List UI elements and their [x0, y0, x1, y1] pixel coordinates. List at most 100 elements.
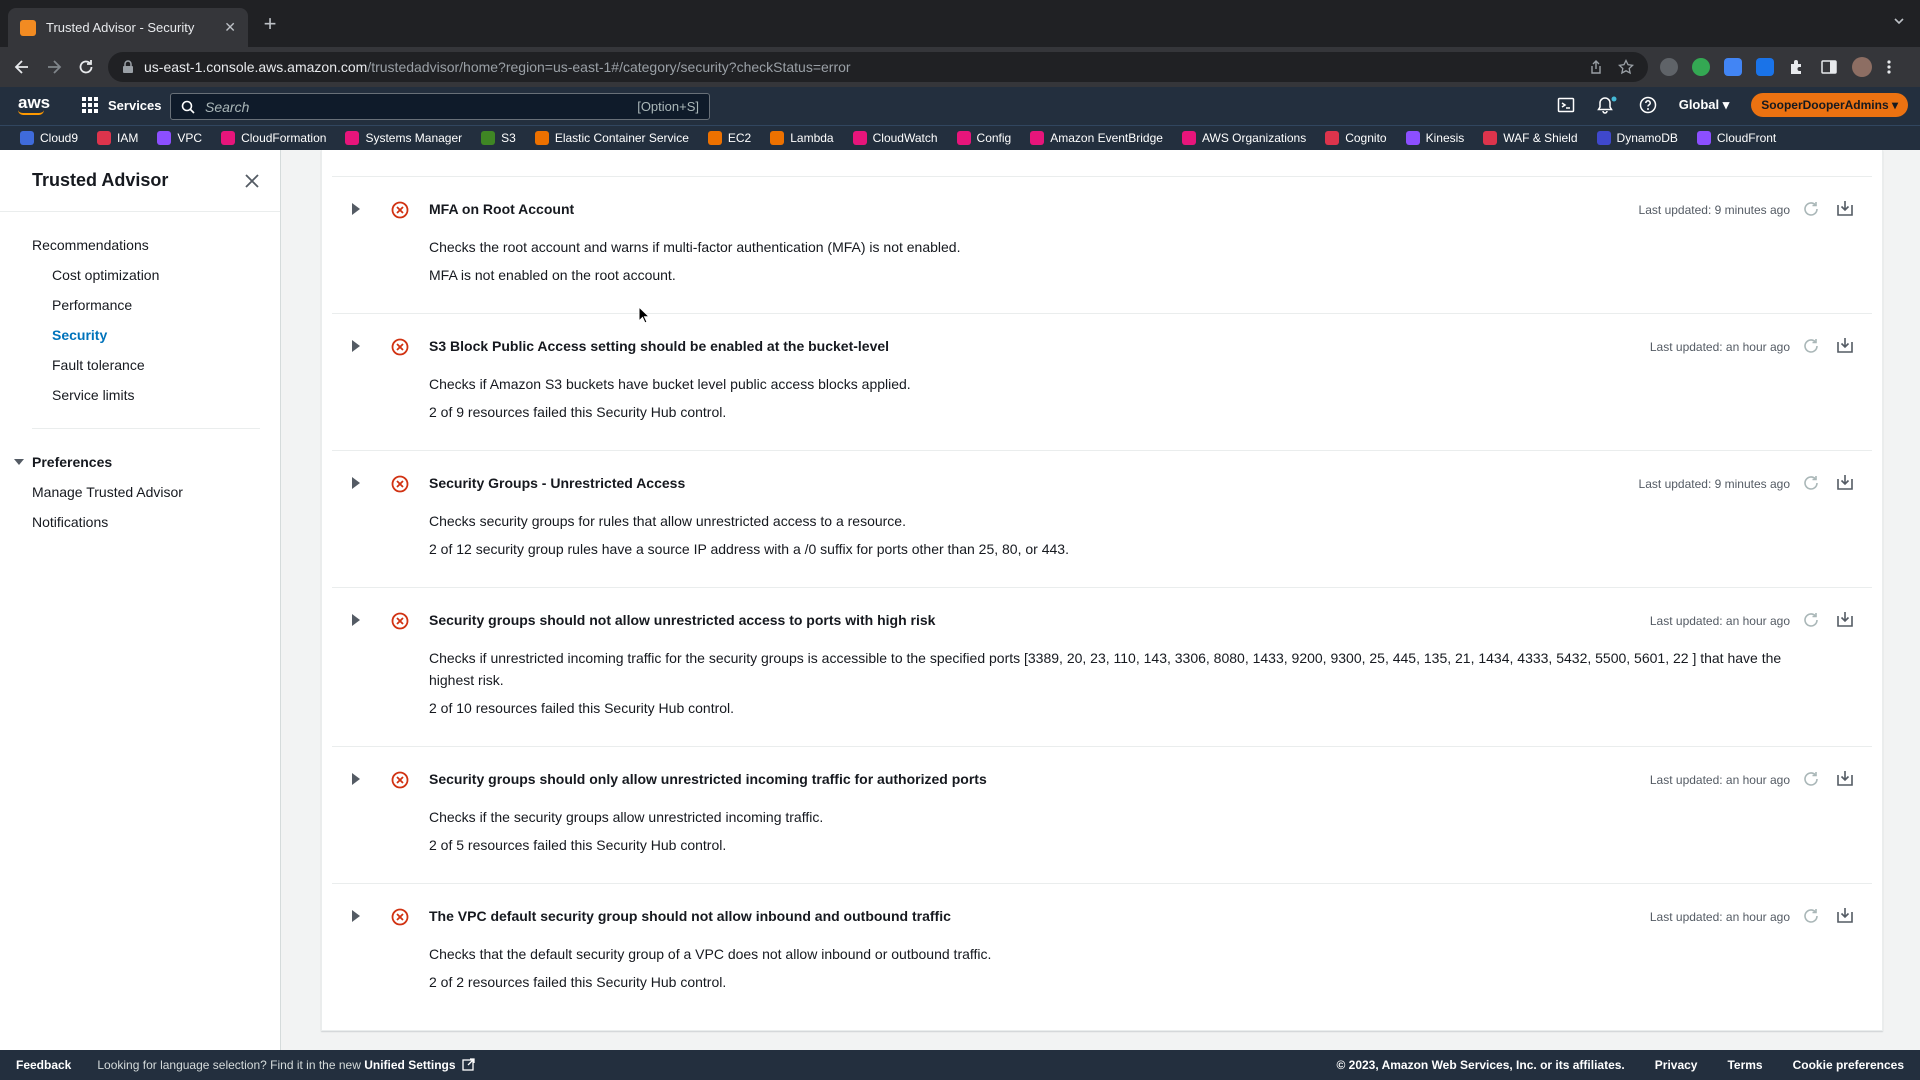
- sidebar-item-service-limits[interactable]: Service limits: [0, 380, 280, 410]
- profile-avatar[interactable]: [1852, 57, 1872, 77]
- refresh-icon[interactable]: [1802, 337, 1820, 355]
- favorite-cloudwatch[interactable]: CloudWatch: [852, 131, 938, 145]
- extension-icon[interactable]: [1660, 58, 1678, 76]
- share-icon[interactable]: [1588, 59, 1604, 75]
- checks-panel: MFA on Root Account Checks the root accou…: [321, 150, 1883, 1031]
- back-icon[interactable]: [12, 57, 32, 77]
- favorite-elastic-container-service[interactable]: Elastic Container Service: [534, 131, 689, 145]
- check-title[interactable]: The VPC default security group should no…: [429, 908, 951, 924]
- forward-icon[interactable]: [44, 57, 64, 77]
- expand-caret-icon[interactable]: [351, 773, 361, 785]
- favorite-vpc[interactable]: VPC: [157, 131, 202, 145]
- close-tab-icon[interactable]: ✕: [224, 19, 236, 36]
- service-icon: [1181, 131, 1196, 145]
- favorite-iam[interactable]: IAM: [97, 131, 138, 145]
- favorite-lambda[interactable]: Lambda: [770, 131, 834, 145]
- check-result: 2 of 2 resources failed this Security Hu…: [429, 974, 727, 990]
- service-icon: [534, 131, 549, 145]
- favorite-amazon-eventbridge[interactable]: Amazon EventBridge: [1030, 131, 1163, 145]
- check-result: 2 of 5 resources failed this Security Hu…: [429, 837, 727, 853]
- check-title[interactable]: Security groups should not allow unrestr…: [429, 612, 935, 628]
- favorite-cognito[interactable]: Cognito: [1325, 131, 1387, 145]
- favorite-cloudformation[interactable]: CloudFormation: [221, 131, 326, 145]
- favorite-dynamodb[interactable]: DynamoDB: [1596, 131, 1678, 145]
- terms-link[interactable]: Terms: [1727, 1058, 1762, 1072]
- sidebar-item-fault-tolerance[interactable]: Fault tolerance: [0, 350, 280, 380]
- favorite-waf-shield[interactable]: WAF & Shield: [1483, 131, 1578, 145]
- cloudshell-icon[interactable]: [1557, 96, 1575, 114]
- bookmark-star-icon[interactable]: [1618, 59, 1634, 75]
- check-title[interactable]: MFA on Root Account: [429, 201, 574, 217]
- region-selector[interactable]: Global ▾: [1679, 97, 1730, 113]
- side-panel-icon[interactable]: [1820, 58, 1838, 76]
- favorite-s3[interactable]: S3: [481, 131, 516, 145]
- account-menu[interactable]: SooperDooperAdmins ▾: [1751, 93, 1908, 117]
- service-icon: [97, 131, 112, 145]
- expand-caret-icon[interactable]: [351, 477, 361, 489]
- address-bar[interactable]: us-east-1.console.aws.amazon.com/trusted…: [108, 52, 1648, 82]
- kebab-menu-icon[interactable]: [1886, 58, 1892, 76]
- check-title[interactable]: Security groups should only allow unrest…: [429, 771, 987, 787]
- favorite-ec2[interactable]: EC2: [707, 131, 751, 145]
- close-icon[interactable]: [244, 173, 260, 189]
- external-link-icon: [462, 1058, 475, 1071]
- puzzle-extensions-icon[interactable]: [1788, 58, 1806, 76]
- copyright: © 2023, Amazon Web Services, Inc. or its…: [1336, 1058, 1625, 1072]
- expand-caret-icon[interactable]: [351, 340, 361, 352]
- expand-caret-icon[interactable]: [351, 614, 361, 626]
- sidebar-item-notifications[interactable]: Notifications: [0, 507, 280, 537]
- refresh-icon[interactable]: [1802, 907, 1820, 925]
- favorite-config[interactable]: Config: [956, 131, 1011, 145]
- service-icon: [345, 131, 360, 145]
- unified-settings-link[interactable]: Unified Settings: [364, 1058, 455, 1072]
- refresh-icon[interactable]: [1802, 770, 1820, 788]
- refresh-icon[interactable]: [1802, 474, 1820, 492]
- check-description: Checks if Amazon S3 buckets have bucket …: [429, 376, 911, 392]
- expand-caret-icon[interactable]: [351, 203, 361, 215]
- video-extension-icon[interactable]: [1756, 58, 1774, 76]
- notifications-bell-icon[interactable]: [1596, 96, 1617, 114]
- services-menu-button[interactable]: Services: [82, 97, 162, 113]
- aws-logo[interactable]: aws: [18, 93, 50, 115]
- download-icon[interactable]: [1836, 610, 1854, 628]
- help-icon[interactable]: [1639, 96, 1657, 114]
- service-icon: [1483, 131, 1498, 145]
- new-tab-icon[interactable]: +: [258, 12, 282, 36]
- check-title[interactable]: S3 Block Public Access setting should be…: [429, 338, 889, 354]
- service-icon: [1696, 131, 1711, 145]
- extension-icon[interactable]: [1692, 58, 1710, 76]
- favorite-kinesis[interactable]: Kinesis: [1405, 131, 1464, 145]
- favorites-bar: Cloud9 IAM VPC CloudFormation Systems Manage…: [0, 125, 1920, 150]
- download-icon[interactable]: [1836, 906, 1854, 924]
- check-title[interactable]: Security Groups - Unrestricted Access: [429, 475, 685, 491]
- favorite-aws-organizations[interactable]: AWS Organizations: [1181, 131, 1306, 145]
- browser-tab[interactable]: Trusted Advisor - Security ✕: [8, 8, 248, 47]
- refresh-icon[interactable]: [1802, 611, 1820, 629]
- reload-icon[interactable]: [76, 57, 96, 77]
- caret-down-icon: [14, 457, 24, 467]
- favorite-cloud9[interactable]: Cloud9: [20, 131, 78, 145]
- search-input[interactable]: Search [Option+S]: [170, 93, 710, 120]
- favorite-cloudfront[interactable]: CloudFront: [1696, 131, 1776, 145]
- download-icon[interactable]: [1836, 769, 1854, 787]
- cookie-preferences-link[interactable]: Cookie preferences: [1793, 1058, 1904, 1072]
- sidebar-item-manage-trusted-advisor[interactable]: Manage Trusted Advisor: [0, 477, 280, 507]
- sidebar-item-performance[interactable]: Performance: [0, 290, 280, 320]
- tab-search-chevron-icon[interactable]: [1892, 14, 1906, 28]
- refresh-icon[interactable]: [1802, 200, 1820, 218]
- preferences-section-toggle[interactable]: Preferences: [0, 447, 280, 477]
- feedback-link[interactable]: Feedback: [16, 1058, 71, 1072]
- download-icon[interactable]: [1836, 473, 1854, 491]
- sidebar-item-security[interactable]: Security: [0, 320, 280, 350]
- service-icon: [1325, 131, 1340, 145]
- expand-caret-icon[interactable]: [351, 910, 361, 922]
- sidebar-item-recommendations[interactable]: Recommendations: [0, 230, 280, 260]
- download-icon[interactable]: [1836, 336, 1854, 354]
- favorite-systems-manager[interactable]: Systems Manager: [345, 131, 462, 145]
- extension-icon[interactable]: [1724, 58, 1742, 76]
- check-row: Security groups should only allow unrest…: [332, 747, 1872, 884]
- service-icon: [481, 131, 496, 145]
- sidebar-item-cost-optimization[interactable]: Cost optimization: [0, 260, 280, 290]
- download-icon[interactable]: [1836, 199, 1854, 217]
- privacy-link[interactable]: Privacy: [1655, 1058, 1698, 1072]
